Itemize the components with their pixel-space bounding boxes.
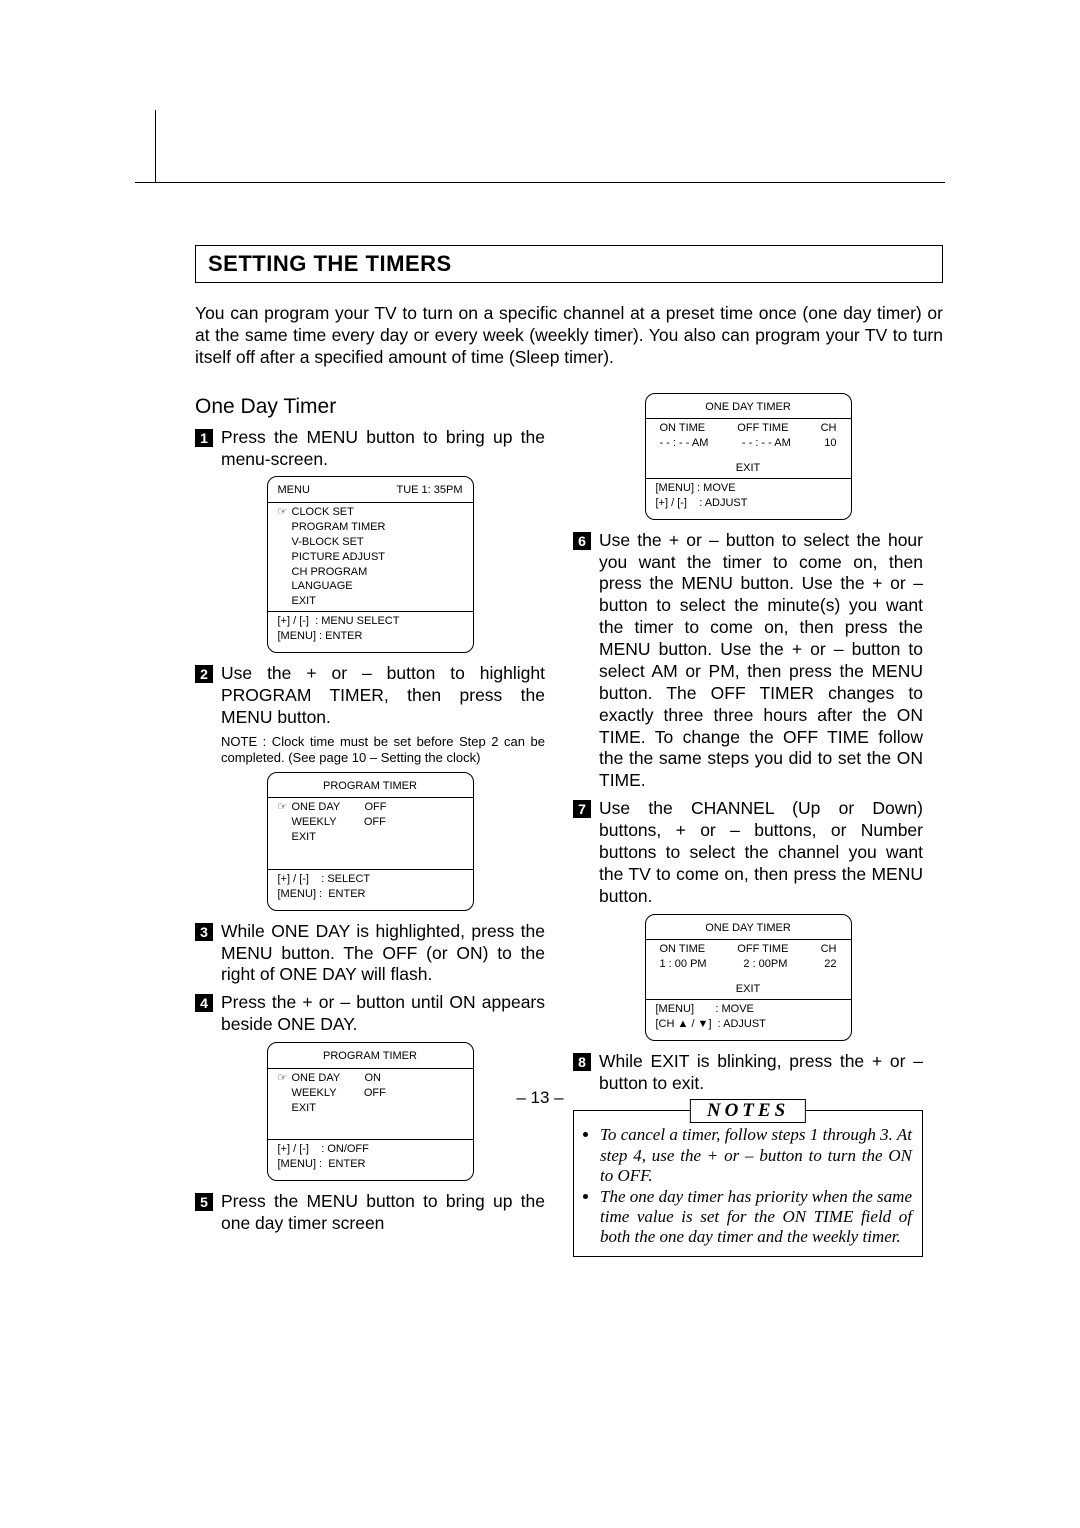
osd-controls: [+] / [-] : MENU SELECT[MENU] : ENTER: [278, 614, 463, 644]
step-5: 5 Press the MENU button to bring up the …: [195, 1191, 545, 1235]
pointer-icon: ☞: [278, 1071, 292, 1086]
osd-header-right: TUE 1: 35PM: [396, 483, 462, 498]
intro-paragraph: You can program your TV to turn on a spe…: [195, 303, 943, 369]
step-text: Press the MENU button to bring up the me…: [221, 427, 545, 471]
section-title: SETTING THE TIMERS: [195, 245, 943, 283]
step-text: Press the MENU button to bring up the on…: [221, 1191, 545, 1235]
notes-box: NOTES To cancel a timer, follow steps 1 …: [573, 1110, 923, 1256]
step-number-icon: 1: [195, 429, 213, 447]
two-column-layout: One Day Timer 1 Press the MENU button to…: [195, 389, 943, 1257]
pointer-icon: ☞: [278, 505, 292, 520]
step-note: NOTE : Clock time must be set before Ste…: [221, 734, 545, 765]
header-rule: [135, 182, 945, 183]
step-number-icon: 2: [195, 665, 213, 683]
step-number-icon: 5: [195, 1193, 213, 1211]
note-item: To cancel a timer, follow steps 1 throug…: [600, 1125, 912, 1186]
step-text: Use the + or – button to highlight PROGR…: [221, 663, 545, 729]
osd-main-menu: MENU TUE 1: 35PM ☞CLOCK SET PROGRAM TIME…: [267, 476, 474, 652]
left-column: One Day Timer 1 Press the MENU button to…: [195, 389, 545, 1257]
osd-one-day-timer-blank: ONE DAY TIMER ON TIME OFF TIME CH - - : …: [645, 393, 852, 520]
manual-page: SETTING THE TIMERS You can program your …: [0, 0, 1080, 1528]
step-3: 3 While ONE DAY is highlighted, press th…: [195, 921, 545, 987]
page-number: – 13 –: [0, 1088, 1080, 1108]
osd-controls: [+] / [-] : SELECT[MENU] : ENTER: [278, 872, 463, 902]
step-text: Use the + or – button to select the hour…: [599, 530, 923, 793]
crop-mark: [155, 110, 156, 182]
step-text: Press the + or – button until ON appears…: [221, 992, 545, 1036]
osd-one-day-timer-set: ONE DAY TIMER ON TIME OFF TIME CH 1 : 00…: [645, 914, 852, 1041]
step-text: Use the CHANNEL (Up or Down) buttons, + …: [599, 798, 923, 907]
osd-controls: [MENU] : MOVE[+] / [-] : ADJUST: [656, 481, 841, 511]
step-2: 2 Use the + or – button to highlight PRO…: [195, 663, 545, 729]
note-item: The one day timer has priority when the …: [600, 1187, 912, 1248]
step-1: 1 Press the MENU button to bring up the …: [195, 427, 545, 471]
right-column: ONE DAY TIMER ON TIME OFF TIME CH - - : …: [573, 389, 923, 1257]
osd-program-timer-off: PROGRAM TIMER ☞ONE DAY OFF WEEKLY OFF EX…: [267, 772, 474, 911]
step-4: 4 Press the + or – button until ON appea…: [195, 992, 545, 1036]
osd-program-timer-on: PROGRAM TIMER ☞ONE DAY ON WEEKLY OFF EXI…: [267, 1042, 474, 1181]
osd-controls: [MENU] : MOVE[CH ▲ / ▼] : ADJUST: [656, 1002, 841, 1032]
step-number-icon: 8: [573, 1053, 591, 1071]
osd-controls: [+] / [-] : ON/OFF[MENU] : ENTER: [278, 1142, 463, 1172]
subsection-heading: One Day Timer: [195, 395, 545, 419]
osd-header-left: MENU: [278, 483, 310, 498]
step-7: 7 Use the CHANNEL (Up or Down) buttons, …: [573, 798, 923, 907]
step-number-icon: 3: [195, 923, 213, 941]
step-6: 6 Use the + or – button to select the ho…: [573, 530, 923, 793]
step-text: While ONE DAY is highlighted, press the …: [221, 921, 545, 987]
step-number-icon: 7: [573, 800, 591, 818]
pointer-icon: ☞: [278, 800, 292, 815]
step-number-icon: 4: [195, 994, 213, 1012]
step-number-icon: 6: [573, 532, 591, 550]
